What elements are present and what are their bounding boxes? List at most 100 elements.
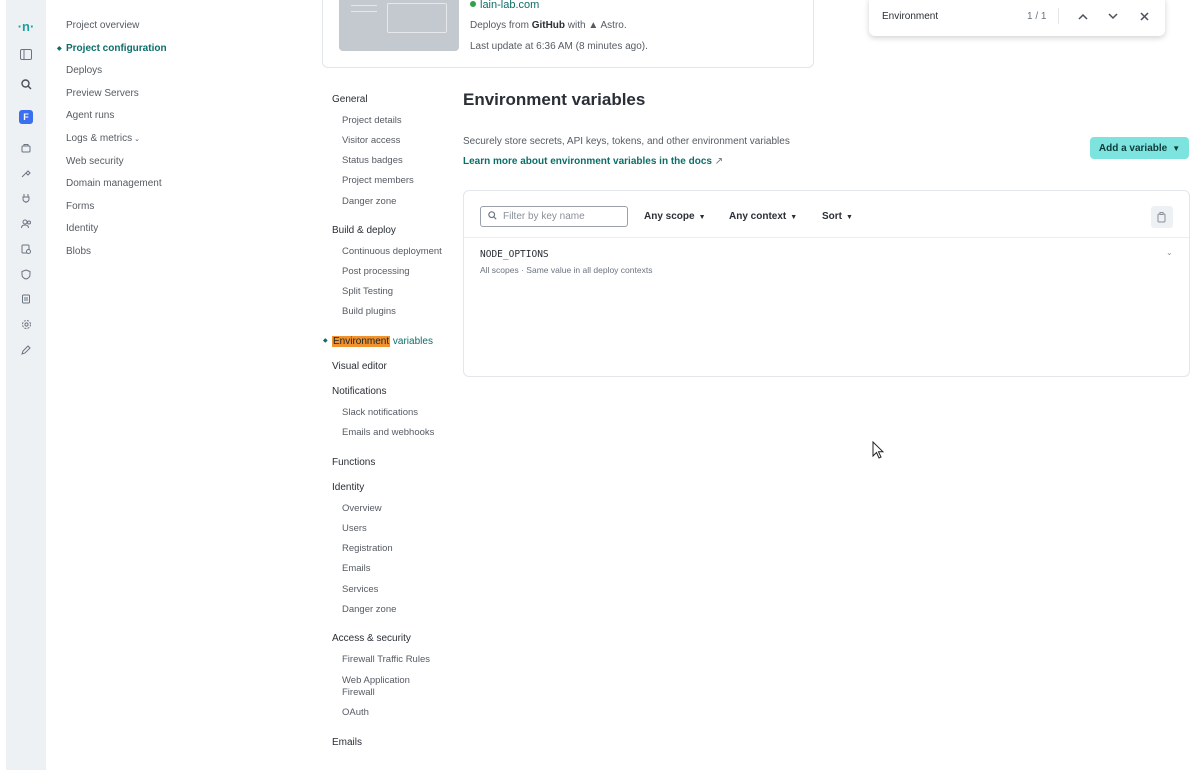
variable-name[interactable]: NODE_OPTIONS xyxy=(480,249,549,260)
members-icon[interactable] xyxy=(16,214,36,234)
project-nav-identity[interactable]: Identity xyxy=(58,219,167,242)
team-avatar[interactable]: F xyxy=(16,107,36,127)
mouse-cursor-icon xyxy=(872,440,885,462)
context-filter-label: Any context xyxy=(729,211,787,222)
site-domain-label: lain-lab.com xyxy=(480,0,540,11)
add-variable-label: Add a variable xyxy=(1098,142,1168,154)
settings-item-identity-services[interactable]: Services xyxy=(342,584,378,595)
shield-icon[interactable] xyxy=(16,264,36,284)
build-icon[interactable] xyxy=(16,163,36,183)
find-previous-button[interactable] xyxy=(1074,7,1092,25)
filter-field[interactable] xyxy=(480,206,628,227)
settings-item-web-application-firewall[interactable]: Web Application Firewall xyxy=(342,675,432,699)
scope-filter-dropdown[interactable]: Any scope ▼ xyxy=(644,211,706,222)
sort-dropdown[interactable]: Sort ▼ xyxy=(822,211,853,222)
variables-panel: Any scope▼ Any context▼ Sort▼ NODE_OPTIO… xyxy=(463,190,1190,377)
settings-item-post-processing[interactable]: Post processing xyxy=(342,266,410,277)
search-icon xyxy=(488,211,497,222)
settings-item-identity-emails[interactable]: Emails xyxy=(342,563,371,574)
chevron-down-icon xyxy=(1108,12,1118,19)
projects-icon[interactable] xyxy=(16,138,36,158)
deploy-source-link[interactable]: GitHub xyxy=(532,20,565,31)
settings-item-build-plugins[interactable]: Build plugins xyxy=(342,306,396,317)
sort-label: Sort xyxy=(822,211,842,222)
find-query-input[interactable]: Environment xyxy=(882,11,938,22)
project-nav-logs-label: Logs & metrics xyxy=(66,132,133,144)
chevron-down-icon: ▼ xyxy=(1172,143,1181,153)
project-nav-blobs[interactable]: Blobs xyxy=(58,242,167,265)
docs-icon[interactable] xyxy=(16,289,36,309)
settings-group-emails[interactable]: Emails xyxy=(332,737,362,748)
sidebar-toggle-icon[interactable] xyxy=(16,44,36,64)
settings-item-project-details[interactable]: Project details xyxy=(342,115,402,126)
project-nav-domain-management[interactable]: Domain management xyxy=(58,174,167,197)
project-nav-overview[interactable]: Project overview xyxy=(58,16,167,39)
settings-item-split-testing[interactable]: Split Testing xyxy=(342,286,393,297)
project-nav-logs-metrics[interactable]: Logs & metrics ⌄ xyxy=(58,129,167,152)
icon-rail: ·n· F xyxy=(6,0,46,770)
settings-icon[interactable] xyxy=(16,314,36,334)
chevron-down-icon: ▼ xyxy=(790,214,798,221)
settings-item-identity-overview[interactable]: Overview xyxy=(342,503,382,514)
filter-key-input[interactable] xyxy=(501,210,625,223)
status-dot-icon xyxy=(470,1,476,7)
astro-icon: ▲ xyxy=(588,20,599,31)
project-nav-agent-runs[interactable]: Agent runs xyxy=(58,106,167,129)
project-nav-configuration[interactable]: Project configuration xyxy=(57,39,167,62)
billing-icon[interactable] xyxy=(16,239,36,259)
netlify-logo-icon[interactable]: ·n· xyxy=(16,16,36,36)
settings-group-visual-editor[interactable]: Visual editor xyxy=(332,361,387,372)
close-icon xyxy=(1139,11,1149,21)
project-nav-forms[interactable]: Forms xyxy=(58,197,167,220)
settings-group-functions[interactable]: Functions xyxy=(332,457,375,468)
project-nav-web-security[interactable]: Web security xyxy=(58,152,167,175)
plug-icon[interactable] xyxy=(16,188,36,208)
find-match-count: 1 / 1 xyxy=(1027,11,1047,22)
settings-group-environment-variables[interactable]: Environment variables xyxy=(323,336,433,347)
clipboard-icon xyxy=(1157,211,1166,222)
settings-group-general[interactable]: General xyxy=(332,94,368,105)
add-variable-button[interactable]: Add a variable ▼ xyxy=(1090,137,1189,159)
site-deploy-info: Deploys from GitHub with ▲ Astro. xyxy=(470,20,627,31)
site-thumbnail[interactable] xyxy=(339,0,459,51)
variable-meta: All scopes · Same value in all deploy co… xyxy=(480,265,653,275)
context-filter-dropdown[interactable]: Any context ▼ xyxy=(729,211,797,222)
deploy-framework: Astro. xyxy=(600,20,627,31)
find-highlight: Environment xyxy=(332,336,391,347)
settings-item-visitor-access[interactable]: Visitor access xyxy=(342,135,400,146)
settings-item-oauth[interactable]: OAuth xyxy=(342,707,369,718)
find-close-button[interactable] xyxy=(1135,7,1153,25)
edit-icon[interactable] xyxy=(16,340,36,360)
settings-group-access-security[interactable]: Access & security xyxy=(332,633,411,644)
deploy-prefix: Deploys from xyxy=(470,20,529,31)
project-nav-deploys[interactable]: Deploys xyxy=(58,61,167,84)
scope-filter-label: Any scope xyxy=(644,211,695,222)
settings-group-build-deploy[interactable]: Build & deploy xyxy=(332,225,396,236)
search-icon[interactable] xyxy=(16,74,36,94)
settings-item-status-badges[interactable]: Status badges xyxy=(342,155,403,166)
copy-variables-button[interactable] xyxy=(1151,206,1173,228)
settings-item-identity-danger-zone[interactable]: Danger zone xyxy=(342,604,396,615)
chevron-up-icon xyxy=(1078,13,1088,20)
site-overview-card: lain-lab.com Deploys from GitHub with ▲ … xyxy=(322,0,814,68)
docs-link[interactable]: Learn more about environment variables i… xyxy=(463,156,723,167)
find-next-button[interactable] xyxy=(1104,7,1122,25)
settings-item-danger-zone[interactable]: Danger zone xyxy=(342,196,396,207)
docs-link-label: Learn more about environment variables i… xyxy=(463,156,712,167)
expand-variable-chevron-icon[interactable]: ⌄ xyxy=(1166,248,1173,257)
project-nav-preview-servers[interactable]: Preview Servers xyxy=(58,84,167,107)
site-domain-link[interactable]: lain-lab.com xyxy=(470,0,539,11)
settings-item-project-members[interactable]: Project members xyxy=(342,175,414,186)
deploy-with-text: with xyxy=(567,20,586,31)
settings-item-identity-users[interactable]: Users xyxy=(342,523,367,534)
project-nav: Project overview Project configuration D… xyxy=(57,16,167,265)
settings-item-slack-notifications[interactable]: Slack notifications xyxy=(342,407,418,418)
site-last-update: Last update at 6:36 AM (8 minutes ago). xyxy=(470,41,648,52)
settings-group-notifications[interactable]: Notifications xyxy=(332,386,386,397)
settings-group-identity[interactable]: Identity xyxy=(332,482,364,493)
settings-item-identity-registration[interactable]: Registration xyxy=(342,543,393,554)
settings-item-emails-webhooks[interactable]: Emails and webhooks xyxy=(342,427,434,438)
settings-item-firewall-traffic-rules[interactable]: Firewall Traffic Rules xyxy=(342,654,430,665)
settings-item-continuous-deployment[interactable]: Continuous deployment xyxy=(342,246,442,257)
chevron-down-icon: ▼ xyxy=(698,214,706,221)
